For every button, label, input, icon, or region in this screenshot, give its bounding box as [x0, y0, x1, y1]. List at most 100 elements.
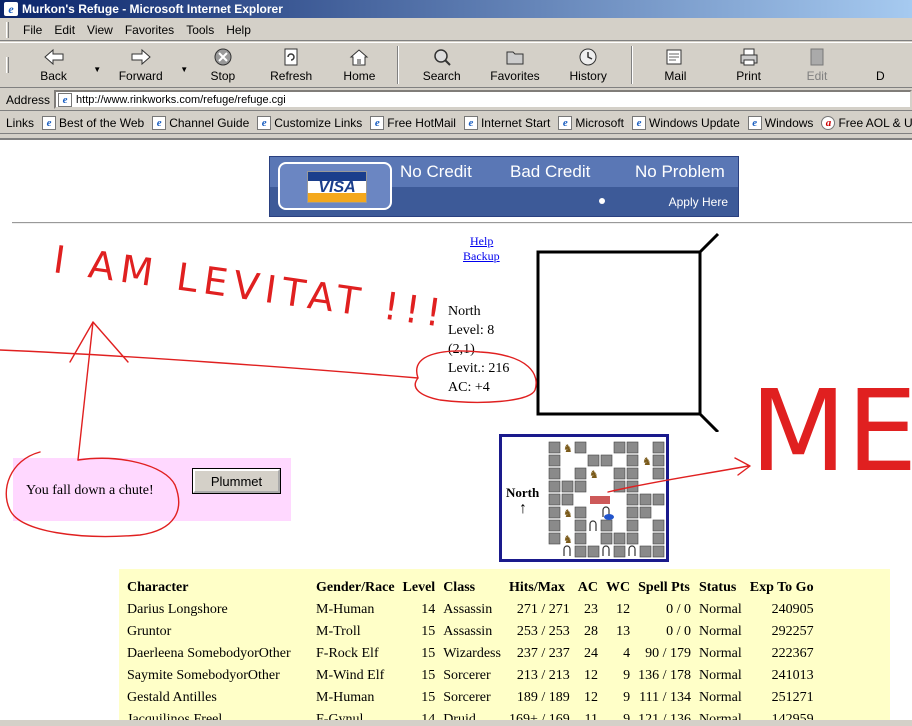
cell-level: 15	[421, 646, 436, 661]
link-best-of-web[interactable]: e Best of the Web	[42, 115, 144, 130]
cell-wc: 9	[623, 668, 631, 683]
forward-button[interactable]: Forward	[104, 44, 177, 86]
map-rock-tile	[548, 506, 561, 519]
back-dropdown-icon[interactable]: ▼	[90, 65, 104, 74]
home-button[interactable]: Home	[328, 44, 391, 86]
cell-class: Druid	[443, 712, 476, 720]
col-header: Exp To Go	[749, 580, 814, 595]
corridor-edge-bottom-right	[698, 412, 720, 432]
map-monster-icon: ♞	[589, 468, 599, 481]
link-label: Internet Start	[480, 115, 551, 130]
link-free-aol[interactable]: aFree AOL & Unlimi	[821, 115, 912, 130]
plummet-button[interactable]: Plummet	[192, 468, 281, 494]
annotation-levitating-text: I AM LEVITAT !!!	[51, 237, 450, 336]
cell-exp: 222367	[771, 646, 814, 661]
map-rock-tile	[613, 545, 626, 558]
cell-character: Jacquilinos Freel	[127, 712, 223, 720]
menu-file[interactable]: File	[17, 23, 48, 37]
cell-ac: 23	[583, 602, 598, 617]
visa-logo-text: VISA	[318, 179, 356, 196]
cell-status: Normal	[698, 602, 742, 617]
map-rock-tile	[613, 467, 626, 480]
back-button[interactable]: Back	[17, 44, 90, 86]
cell-spell-pts: 111 / 134	[639, 690, 691, 705]
link-customize-links[interactable]: e Customize Links	[257, 115, 362, 130]
stat-coords: (2,1)	[448, 342, 475, 357]
discuss-label: D	[875, 69, 885, 83]
search-icon	[431, 47, 453, 67]
address-input[interactable]: e http://www.rinkworks.com/refuge/refuge…	[54, 90, 912, 109]
links-label: Links	[6, 115, 35, 130]
link-free-hotmail[interactable]: e Free HotMail	[370, 115, 456, 130]
cell-gender-race: M-Human	[316, 602, 375, 617]
map-door-icon	[563, 545, 571, 556]
map-rock-tile	[652, 441, 665, 454]
cell-status: Normal	[698, 668, 742, 683]
cell-spell-pts: 121 / 136	[638, 712, 691, 720]
search-button[interactable]: Search	[405, 44, 478, 86]
refresh-button[interactable]: Refresh	[255, 44, 328, 86]
map-monster-icon: ♞	[563, 442, 573, 455]
col-header: Spell Pts	[638, 580, 690, 595]
forward-arrow-icon	[130, 47, 152, 67]
map-rock-tile	[626, 506, 639, 519]
link-channel-guide[interactable]: e Channel Guide	[152, 115, 249, 130]
link-windows-update[interactable]: e Windows Update	[632, 115, 740, 130]
help-link[interactable]: Help	[470, 234, 493, 249]
dungeon-view	[536, 232, 720, 432]
menu-tools[interactable]: Tools	[180, 23, 220, 37]
menu-help[interactable]: Help	[220, 23, 257, 37]
edit-button[interactable]: Edit	[785, 44, 848, 86]
home-label: Home	[343, 69, 376, 83]
toolbar-grip[interactable]	[6, 57, 9, 73]
cell-gender-race: F-Rock Elf	[316, 646, 379, 661]
map-rock-tile	[613, 532, 626, 545]
address-url: http://www.rinkworks.com/refuge/refuge.c…	[76, 93, 286, 106]
cell-character: Saymite SomebodyorOther	[127, 668, 280, 683]
banner-apply-link[interactable]: Apply Here	[669, 195, 728, 209]
map-rock-tile	[652, 493, 665, 506]
map-player-marker	[604, 514, 614, 520]
cell-status: Normal	[698, 646, 742, 661]
history-button[interactable]: History	[552, 44, 625, 86]
forward-dropdown-icon[interactable]: ▼	[177, 65, 191, 74]
cell-wc: 9	[623, 712, 631, 720]
menu-edit[interactable]: Edit	[48, 23, 81, 37]
player-stats: North Level: 8 (2,1) Levit.: 216 AC: +4	[448, 302, 509, 397]
map-rock-tile	[600, 519, 613, 532]
link-internet-start[interactable]: e Internet Start	[463, 115, 551, 130]
cell-ac: 28	[583, 624, 598, 639]
mail-button[interactable]: Mail	[639, 44, 712, 86]
ie-logo-icon: e	[4, 2, 18, 16]
cell-hits: 237 / 237	[516, 646, 570, 661]
link-label: Windows	[764, 115, 814, 130]
print-label: Print	[736, 69, 761, 83]
map-north-label: North	[506, 485, 540, 500]
stop-button[interactable]: Stop	[191, 44, 254, 86]
print-button[interactable]: Print	[712, 44, 785, 86]
link-windows[interactable]: e Windows	[747, 115, 814, 130]
link-microsoft[interactable]: e Microsoft	[558, 115, 624, 130]
menubar-grip[interactable]	[6, 21, 9, 38]
menu-view[interactable]: View	[81, 23, 119, 37]
stat-armor-class: AC: +4	[448, 380, 490, 395]
annotation-up-arrow	[69, 321, 129, 461]
page-icon: e	[370, 115, 385, 130]
backup-link[interactable]: Backup	[463, 249, 500, 264]
minimap: North ↑ ♞ ♞ ♞ ♞ ♞	[499, 434, 669, 562]
menu-bar: File Edit View Favorites Tools Help	[0, 19, 912, 41]
visa-ad-banner[interactable]: VISA No Credit Bad Credit No Problem App…	[269, 156, 739, 217]
cell-ac: 12	[583, 690, 598, 705]
status-bar	[0, 720, 912, 726]
favorites-button[interactable]: Favorites	[478, 44, 551, 86]
cell-class: Wizardess	[443, 646, 501, 661]
message-text: You fall down a chute!	[26, 483, 154, 498]
col-header: Hits/Max	[508, 580, 565, 595]
map-rock-tile	[626, 532, 639, 545]
discuss-button[interactable]: D	[849, 44, 912, 86]
table-row: Saymite SomebodyorOther M-Wind Elf 15 So…	[123, 665, 818, 687]
map-rock-tile	[639, 493, 652, 506]
menu-favorites[interactable]: Favorites	[119, 23, 180, 37]
cell-wc: 9	[623, 690, 631, 705]
page-icon: e	[463, 115, 478, 130]
